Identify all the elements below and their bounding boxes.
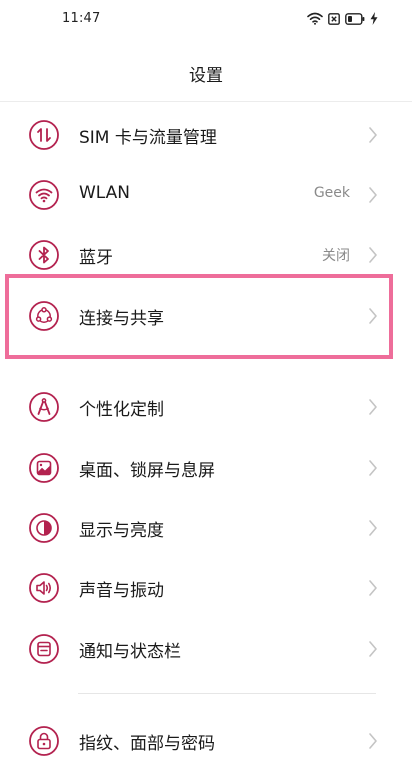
bluetooth-icon bbox=[28, 239, 60, 271]
settings-item-label: 桌面、锁屏与息屏 bbox=[79, 461, 215, 481]
status-bar: 11:47 bbox=[0, 0, 412, 40]
chevron-right-icon bbox=[368, 640, 378, 662]
notification-x-icon bbox=[328, 12, 340, 25]
settings-item-label: 指纹、面部与密码 bbox=[79, 734, 215, 754]
personalization-icon bbox=[28, 391, 60, 423]
lock-icon bbox=[28, 725, 60, 757]
chevron-right-icon bbox=[368, 459, 378, 481]
settings-item-label: SIM 卡与流量管理 bbox=[79, 128, 217, 148]
wallpaper-icon bbox=[28, 452, 60, 484]
chevron-right-icon bbox=[368, 246, 378, 268]
settings-item-value: Geek bbox=[313, 185, 350, 201]
chevron-right-icon bbox=[368, 519, 378, 541]
settings-item-personalization[interactable]: 个性化定制 bbox=[0, 377, 412, 437]
settings-item-wallpaper[interactable]: 桌面、锁屏与息屏 bbox=[0, 438, 412, 498]
section-divider bbox=[78, 693, 376, 694]
highlight-box bbox=[5, 274, 393, 359]
chevron-right-icon bbox=[368, 732, 378, 754]
settings-item-label: 声音与振动 bbox=[79, 581, 164, 601]
charging-bolt-icon bbox=[370, 12, 378, 25]
settings-item-value: 关闭 bbox=[322, 248, 350, 264]
settings-item-sim[interactable]: SIM 卡与流量管理 bbox=[0, 105, 412, 165]
chevron-right-icon bbox=[368, 579, 378, 601]
settings-item-label: 蓝牙 bbox=[79, 248, 113, 268]
title-divider bbox=[0, 101, 412, 102]
wifi-icon bbox=[307, 12, 323, 25]
settings-item-sound[interactable]: 声音与振动 bbox=[0, 558, 412, 618]
settings-item-label: 通知与状态栏 bbox=[79, 642, 181, 662]
settings-item-wlan[interactable]: WLAN Geek bbox=[0, 165, 412, 225]
settings-item-label: 个性化定制 bbox=[79, 400, 164, 420]
status-icons bbox=[307, 12, 378, 25]
page-title: 设置 bbox=[189, 66, 223, 86]
settings-item-label: 显示与亮度 bbox=[79, 521, 164, 541]
display-brightness-icon bbox=[28, 512, 60, 544]
settings-item-security[interactable]: 指纹、面部与密码 bbox=[0, 711, 412, 771]
status-time: 11:47 bbox=[62, 11, 101, 26]
settings-item-label: WLAN bbox=[79, 183, 131, 203]
battery-icon bbox=[345, 12, 365, 25]
settings-item-notifications[interactable]: 通知与状态栏 bbox=[0, 619, 412, 679]
sound-icon bbox=[28, 572, 60, 604]
chevron-right-icon bbox=[368, 398, 378, 420]
settings-item-display[interactable]: 显示与亮度 bbox=[0, 498, 412, 558]
chevron-right-icon bbox=[368, 186, 378, 208]
chevron-right-icon bbox=[368, 126, 378, 148]
sim-data-icon bbox=[28, 119, 60, 151]
wifi-icon bbox=[28, 179, 60, 211]
notification-icon bbox=[28, 633, 60, 665]
